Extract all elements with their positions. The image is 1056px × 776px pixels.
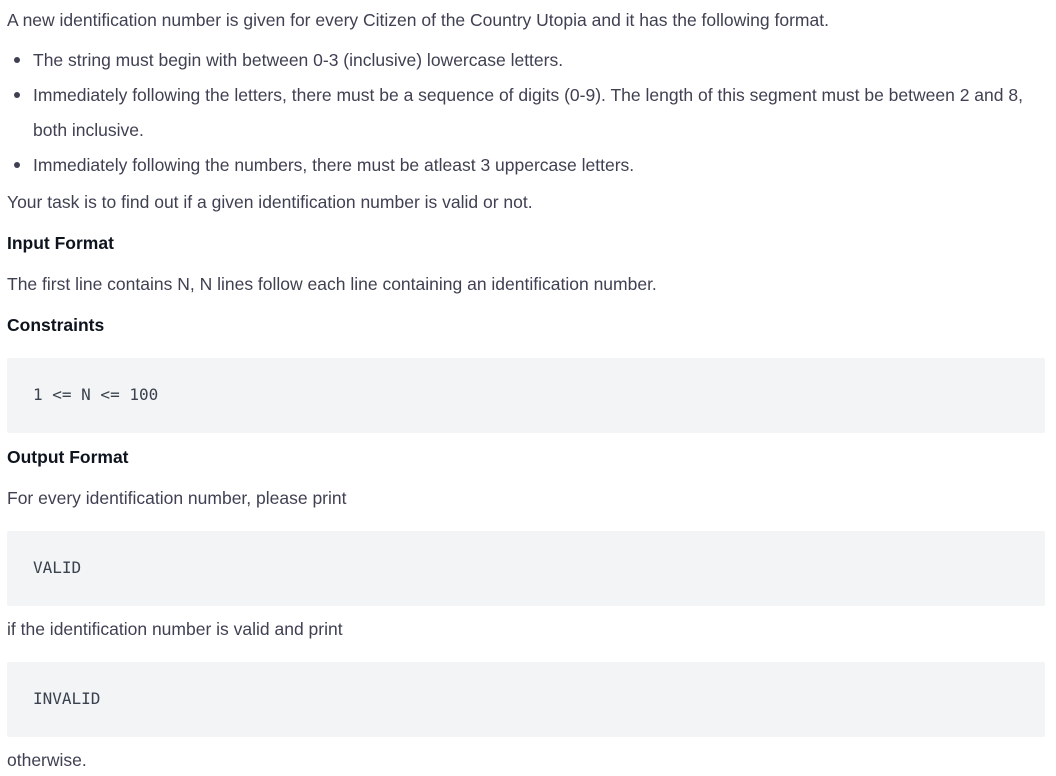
requirement-item: Immediately following the numbers, there… xyxy=(13,148,1033,183)
constraints-code-block: 1 <= N <= 100 xyxy=(7,358,1045,433)
output-format-text: For every identification number, please … xyxy=(7,488,347,508)
requirement-item: Immediately following the letters, there… xyxy=(13,78,1033,148)
requirements-list: The string must begin with between 0-3 (… xyxy=(13,43,1033,183)
task-text: Your task is to find out if a given iden… xyxy=(7,192,533,212)
otherwise-text: otherwise. xyxy=(7,750,87,770)
constraints-heading: Constraints xyxy=(7,315,105,335)
output-format-heading: Output Format xyxy=(7,447,129,467)
input-format-text: The first line contains N, N lines follo… xyxy=(7,274,657,294)
invalid-code-block: INVALID xyxy=(7,662,1045,737)
constraints-code: 1 <= N <= 100 xyxy=(33,385,159,404)
input-format-heading: Input Format xyxy=(7,233,114,253)
invalid-code: INVALID xyxy=(33,689,101,708)
problem-statement: A new identification number is given for… xyxy=(0,0,1056,776)
requirement-item: The string must begin with between 0-3 (… xyxy=(13,43,1033,78)
valid-code-block: VALID xyxy=(7,531,1045,606)
valid-condition-text: if the identification number is valid an… xyxy=(7,619,343,639)
valid-code: VALID xyxy=(33,558,82,577)
intro-text: A new identification number is given for… xyxy=(7,10,829,30)
